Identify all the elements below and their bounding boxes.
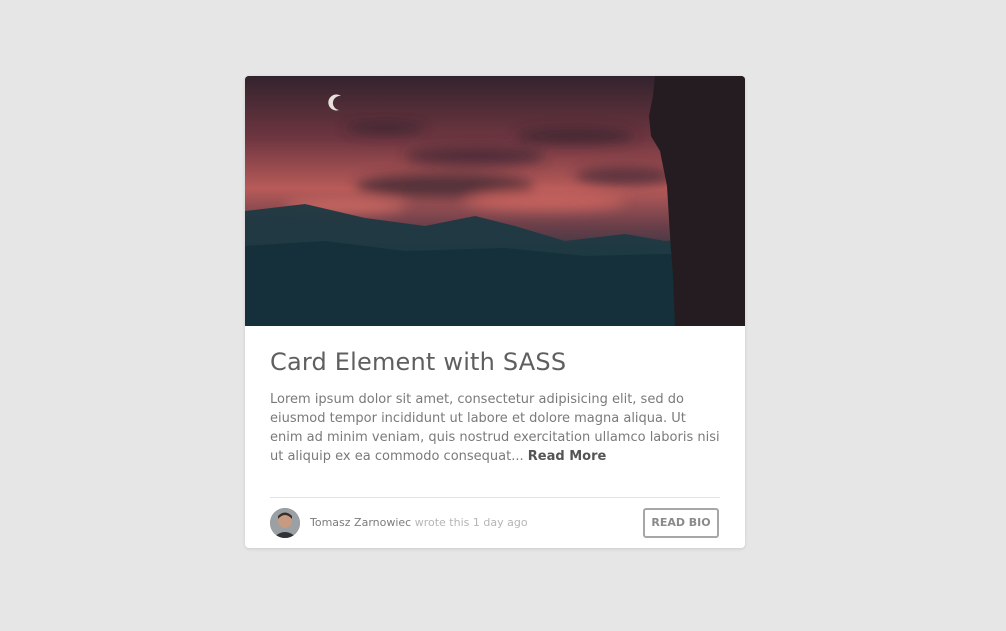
card-footer: Tomasz Zarnowiec wrote this 1 day ago RE… <box>270 507 720 539</box>
author-line: Tomasz Zarnowiec wrote this 1 day ago <box>310 516 528 529</box>
author-name: Tomasz Zarnowiec <box>310 516 412 529</box>
card-description: Lorem ipsum dolor sit amet, consectetur … <box>270 392 720 464</box>
night-sky-photo-icon <box>245 76 745 326</box>
read-more-link[interactable]: Read More <box>528 449 607 464</box>
avatar <box>270 508 300 538</box>
card-image <box>245 76 745 326</box>
card: Card Element with SASS Lorem ipsum dolor… <box>245 76 745 548</box>
card-title: Card Element with SASS <box>270 348 567 376</box>
author-meta: wrote this 1 day ago <box>414 516 528 529</box>
avatar-photo-icon <box>270 508 300 538</box>
read-bio-button[interactable]: READ BIO <box>643 508 719 538</box>
card-text: Lorem ipsum dolor sit amet, consectetur … <box>270 390 722 466</box>
card-divider <box>270 497 720 498</box>
card-body: Card Element with SASS Lorem ipsum dolor… <box>245 347 745 466</box>
